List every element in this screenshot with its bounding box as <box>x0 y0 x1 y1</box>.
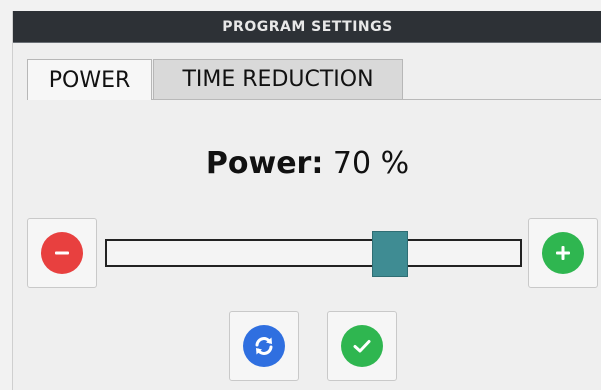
tab-bar: POWER TIME REDUCTION <box>27 57 601 100</box>
refresh-icon <box>243 325 285 367</box>
power-slider-track[interactable] <box>105 239 522 267</box>
checkmark-icon <box>341 325 383 367</box>
plus-icon <box>542 232 584 274</box>
confirm-button[interactable] <box>327 311 397 381</box>
power-label: Power: <box>205 146 324 181</box>
power-value: 70 % <box>332 146 410 181</box>
minus-icon <box>41 232 83 274</box>
tab-power[interactable]: POWER <box>27 59 152 100</box>
reset-button[interactable] <box>229 311 299 381</box>
tab-time-reduction[interactable]: TIME REDUCTION <box>153 59 403 99</box>
increase-power-button[interactable] <box>528 218 598 288</box>
decrease-power-button[interactable] <box>27 218 97 288</box>
window-title: PROGRAM SETTINGS <box>13 11 601 43</box>
power-slider-thumb[interactable] <box>371 231 408 277</box>
program-settings-window: PROGRAM SETTINGS POWER TIME REDUCTION Po… <box>12 11 601 390</box>
power-readout: Power: 70 % <box>13 146 601 181</box>
